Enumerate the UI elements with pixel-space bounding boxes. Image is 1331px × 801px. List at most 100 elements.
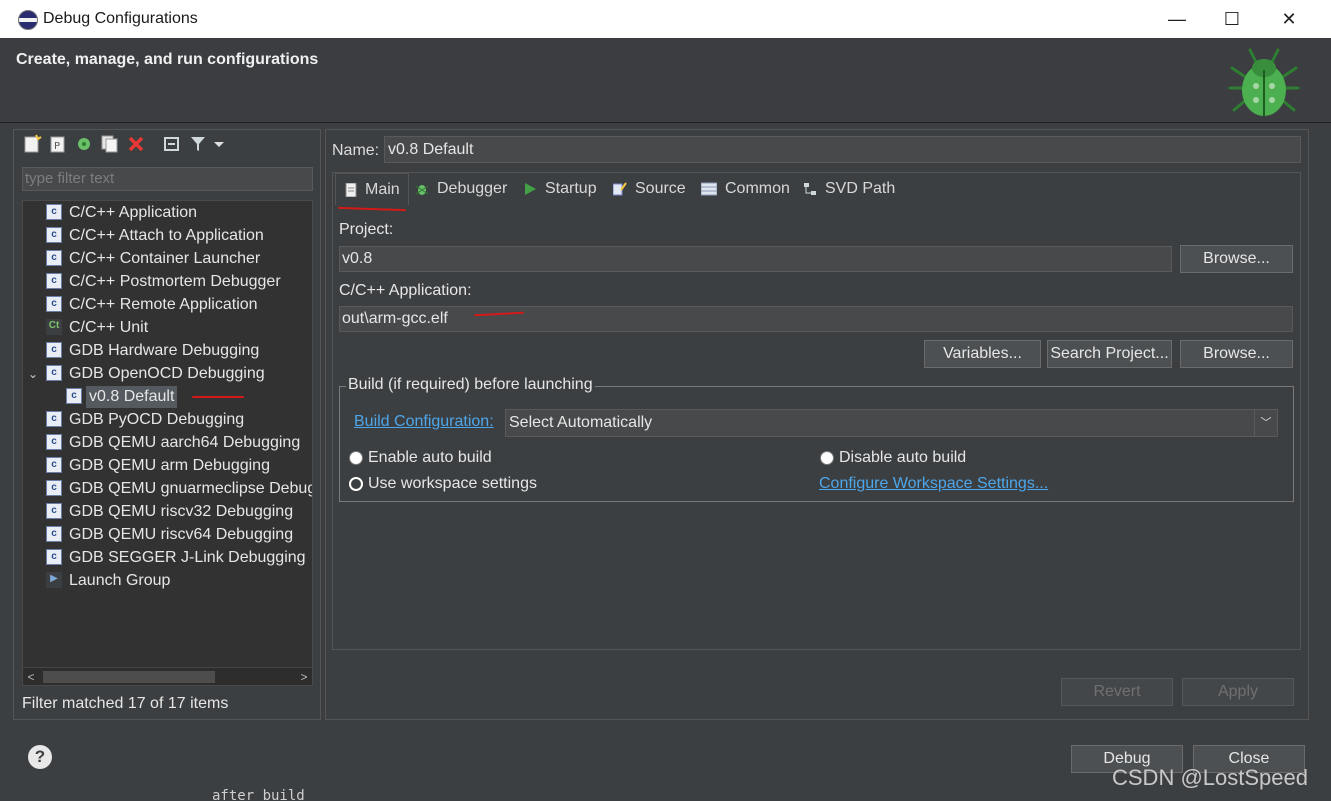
tree-item-label: GDB PyOCD Debugging (69, 411, 245, 428)
c-launch-icon: c (46, 273, 62, 289)
tree-item-label: C/C++ Remote Application (69, 296, 258, 313)
variables-button[interactable]: Variables... (924, 340, 1041, 368)
build-group-title: Build (if required) before launching (346, 376, 595, 394)
view-menu-chevron-down-icon[interactable] (212, 134, 226, 154)
tree-item-label: GDB OpenOCD Debugging (69, 365, 265, 382)
browse-project-button[interactable]: Browse... (1180, 245, 1293, 273)
tree-item-label: C/C++ Postmortem Debugger (69, 273, 281, 290)
tree-item-label: GDB QEMU riscv32 Debugging (69, 503, 294, 520)
delete-icon[interactable] (126, 134, 146, 154)
debug-configurations-dialog: Debug Configurations — ☐ ✕ Create, manag… (0, 0, 1331, 801)
revert-button[interactable]: Revert (1061, 678, 1173, 706)
launch-config-tree-panel: P type filter text c C/C++ Application c C/… (13, 129, 321, 720)
build-before-launch-group: Build (if required) before launching Bui… (339, 376, 1294, 502)
name-input[interactable]: v0.8 Default (384, 136, 1301, 163)
c-launch-icon: c (46, 365, 62, 381)
minimize-icon[interactable]: — (1162, 4, 1192, 34)
search-project-button[interactable]: Search Project... (1047, 340, 1172, 368)
tab-main[interactable]: Main (335, 173, 409, 205)
application-input[interactable]: out\arm-gcc.elf (339, 306, 1293, 332)
close-window-icon[interactable]: ✕ (1274, 4, 1304, 34)
use-workspace-settings-radio[interactable] (349, 477, 363, 491)
chevron-down-icon: ﹀ (1254, 410, 1277, 436)
expand-chevron-icon[interactable]: ⌄ (28, 363, 38, 385)
enable-auto-build-label: Enable auto build (368, 449, 492, 466)
tree-item-label: GDB Hardware Debugging (69, 342, 260, 359)
tree-item-label: GDB QEMU riscv64 Debugging (69, 526, 294, 543)
build-configuration-value: Select Automatically (509, 414, 653, 431)
export-configuration-icon[interactable] (74, 134, 94, 154)
disable-auto-build-radio[interactable] (820, 451, 834, 465)
tab-svd-path[interactable]: SVD Path (803, 173, 899, 205)
dialog-header: Create, manage, and run configurations (0, 38, 1331, 123)
use-workspace-settings-label: Use workspace settings (368, 475, 537, 492)
maximize-icon[interactable]: ☐ (1217, 4, 1247, 34)
c-launch-icon: c (46, 434, 62, 450)
filter-input[interactable]: type filter text (22, 167, 313, 191)
tab-common[interactable]: Common (701, 173, 795, 205)
tree-item-label: C/C++ Container Launcher (69, 250, 261, 267)
watermark: CSDN @LostSpeed (1112, 765, 1308, 790)
tree-item-label: C/C++ Attach to Application (69, 227, 264, 244)
tree-item-label: GDB QEMU arm Debugging (69, 457, 270, 474)
c-launch-icon: c (46, 296, 62, 312)
c-launch-icon: c (46, 227, 62, 243)
tab-debugger[interactable]: Debugger (415, 173, 515, 205)
help-icon[interactable]: ? (28, 745, 52, 769)
main-tab-icon (345, 183, 357, 197)
scroll-right-icon[interactable]: > (296, 668, 312, 685)
common-tab-icon (701, 182, 717, 196)
source-tab-icon (613, 182, 627, 196)
tree-item-label: GDB QEMU gnuarmeclipse Debug (69, 480, 313, 497)
background-editor-text: after build (212, 788, 305, 801)
project-label: Project: (339, 221, 394, 238)
debug-bug-icon (1228, 48, 1300, 116)
c-launch-icon: c (46, 250, 62, 266)
application-label: C/C++ Application: (339, 282, 472, 299)
header-title: Create, manage, and run configurations (16, 51, 319, 68)
tab-bar: Main Debugger Startup Source Common SVD … (333, 173, 1300, 205)
configuration-editor: Name: v0.8 Default Main Debugger Startup (325, 129, 1309, 720)
tree-item-label: Launch Group (69, 572, 171, 589)
new-configuration-icon[interactable] (22, 134, 42, 154)
annotation-underline-config (192, 396, 244, 398)
c-launch-icon: c (46, 526, 62, 542)
apply-button[interactable]: Apply (1182, 678, 1294, 706)
enable-auto-build-radio[interactable] (349, 451, 363, 465)
tree-item-label: C/C++ Application (69, 204, 198, 221)
tree-horizontal-scrollbar[interactable]: < > (23, 667, 312, 685)
c-launch-icon: c (46, 411, 62, 427)
c-launch-icon: c (46, 457, 62, 473)
collapse-all-icon[interactable] (162, 134, 182, 154)
build-configuration-select[interactable]: Select Automatically ﹀ (505, 409, 1278, 437)
tree-item-label: C/C++ Unit (69, 319, 149, 336)
tree-item-label: v0.8 Default (86, 386, 178, 408)
svd-path-tab-icon (804, 183, 816, 195)
unit-test-icon: Ct (46, 319, 62, 335)
c-launch-icon: c (66, 388, 82, 404)
eclipse-icon (18, 10, 38, 30)
tree-item-label: GDB QEMU aarch64 Debugging (69, 434, 301, 451)
project-input[interactable]: v0.8 (339, 246, 1172, 272)
tree-item-label: GDB SEGGER J-Link Debugging (69, 549, 306, 566)
launch-group-icon: ▶ (46, 572, 62, 588)
tab-source[interactable]: Source (613, 173, 693, 205)
config-tabs: Main Debugger Startup Source Common SVD … (332, 172, 1301, 650)
tab-startup[interactable]: Startup (523, 173, 605, 205)
scrollbar-thumb[interactable] (43, 671, 215, 683)
scroll-left-icon[interactable]: < (23, 668, 39, 685)
name-label: Name: (332, 142, 380, 159)
new-prototype-icon[interactable]: P (48, 134, 68, 154)
duplicate-icon[interactable] (100, 134, 120, 154)
disable-auto-build-label: Disable auto build (839, 449, 967, 466)
browse-application-button[interactable]: Browse... (1180, 340, 1293, 368)
configure-workspace-settings-link[interactable]: Configure Workspace Settings... (819, 475, 1048, 493)
c-launch-icon: c (46, 503, 62, 519)
config-type-tree: c C/C++ Application c C/C++ Attach to Appli… (22, 200, 313, 686)
build-configuration-link[interactable]: Build Configuration: (354, 413, 494, 431)
c-launch-icon: c (46, 480, 62, 496)
debugger-tab-bug-icon (415, 185, 429, 195)
title-bar: Debug Configurations — ☐ ✕ (0, 0, 1331, 38)
c-launch-icon: c (46, 204, 62, 220)
filter-icon[interactable] (188, 134, 208, 154)
